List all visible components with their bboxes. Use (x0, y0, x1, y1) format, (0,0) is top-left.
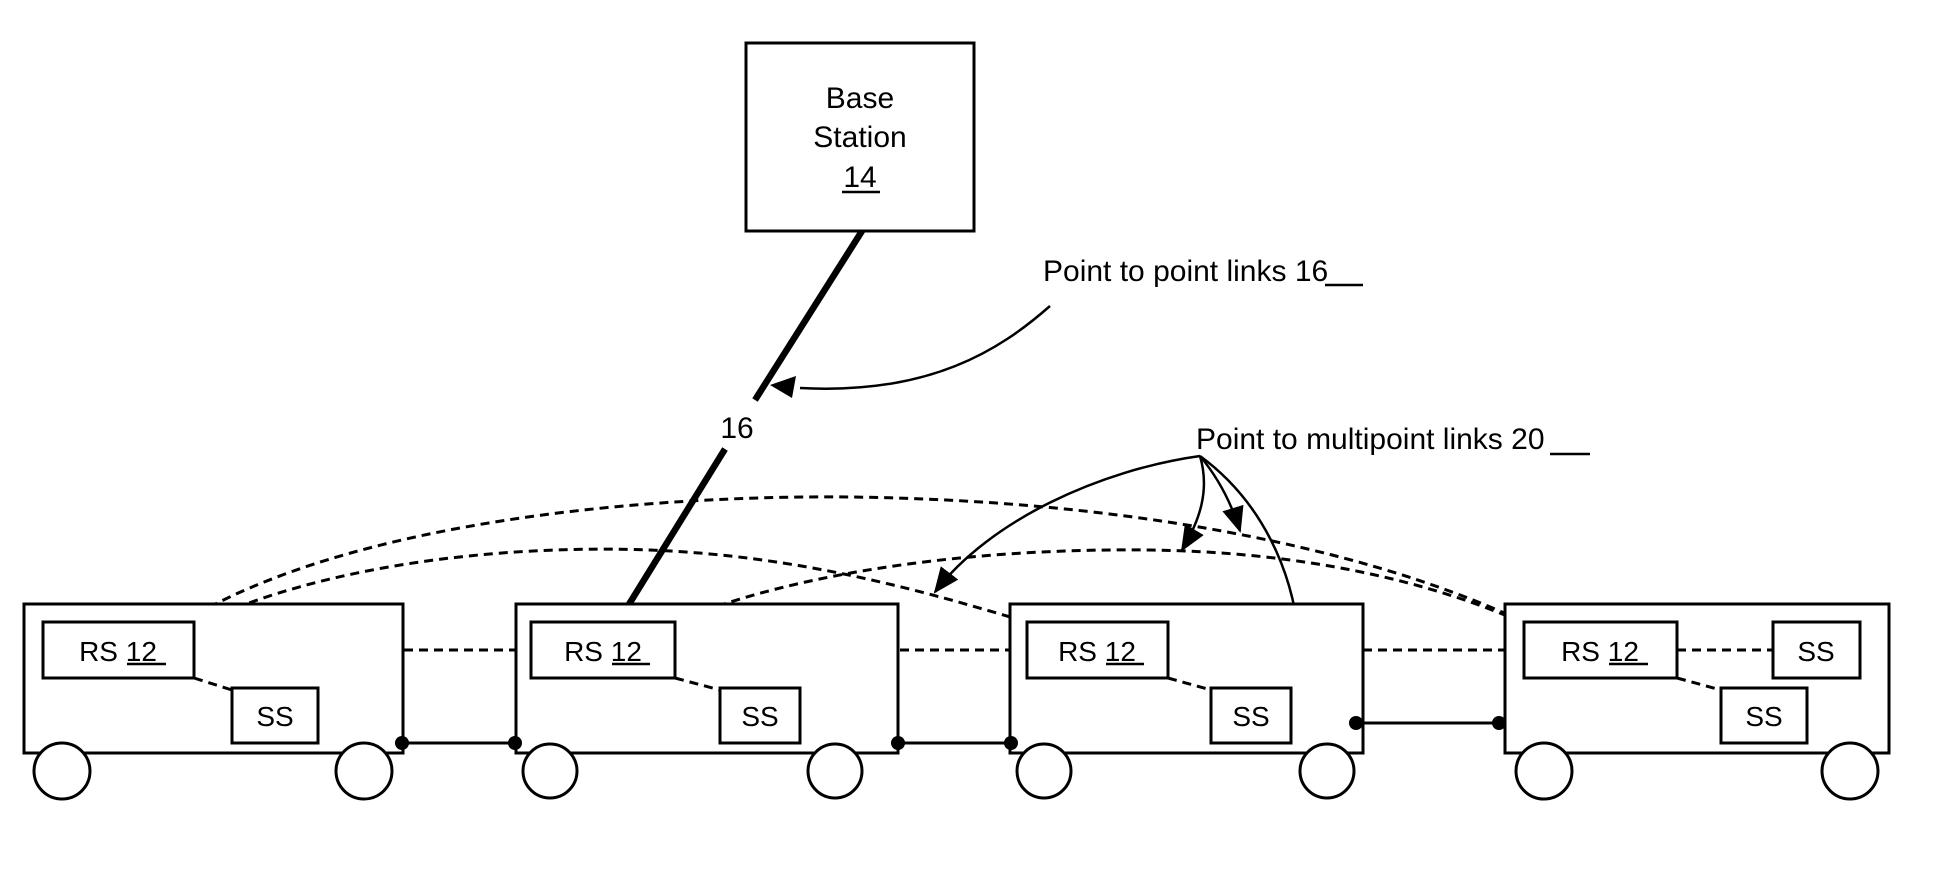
wheel (1514, 741, 1574, 801)
p2p-callout-text: Point to point links (1043, 255, 1295, 288)
rail-car-3: RS 12 SS (1008, 602, 1365, 800)
wheel (32, 741, 92, 801)
ss-label: SS (1232, 701, 1269, 732)
wheel (1298, 742, 1356, 800)
wheel (806, 742, 864, 800)
coupler-joint-icon (508, 736, 522, 750)
base-station-ref: 14 (843, 161, 876, 194)
rail-car-4: RS 12 SS SS (1503, 602, 1891, 801)
p2p-callout: Point to point links 16 (770, 255, 1363, 398)
base-station-label-line1: Base (826, 82, 894, 115)
p2mp-callout-ref: 20 (1511, 423, 1544, 456)
ss-label: SS (1745, 701, 1782, 732)
point-to-point-link: 16 (615, 229, 865, 624)
p2p-callout-arrowhead-icon (770, 376, 796, 398)
rs-label: RS 12 (79, 636, 157, 667)
p2p-callout-curve (799, 305, 1051, 390)
ss-label: SS (741, 701, 778, 732)
coupler-joint-icon (1492, 716, 1506, 730)
coupler-joint-icon (1349, 716, 1363, 730)
p2mp-arrow-to-car4-arc-b (1180, 455, 1206, 552)
p2mp-arrow-to-car4-arc-a (1199, 455, 1244, 533)
p2p-link-upper-segment (752, 229, 865, 402)
wheel (334, 741, 394, 801)
wheel (1820, 741, 1880, 801)
rs-label: RS 12 (1561, 636, 1639, 667)
wheel (1015, 742, 1073, 800)
p2p-link-lower-segment (615, 447, 728, 624)
p2p-callout-label: Point to point links 16 (1043, 255, 1328, 288)
ss-label: SS (1797, 636, 1834, 667)
p2p-callout-ref: 16 (1295, 255, 1328, 288)
base-station: Base Station 14 (744, 41, 976, 233)
rs-label: RS 12 (564, 636, 642, 667)
p2mp-callout-text: Point to multipoint links (1196, 423, 1511, 456)
wheel (521, 742, 579, 800)
p2p-link-number: 16 (720, 412, 753, 445)
p2mp-callout-label: Point to multipoint links 20 (1196, 423, 1545, 456)
p2mp-arrow-to-car3-arc (933, 454, 1201, 594)
coupler-joint-icon (395, 736, 409, 750)
base-station-label-line2: Station (813, 121, 906, 154)
coupler-joint-icon (1004, 736, 1018, 750)
network-diagram: Base Station 14 16 Point to point links … (22, 41, 1891, 801)
rail-car-2: RS 12 SS (514, 602, 900, 800)
rail-car-1: RS 12 SS (22, 602, 405, 801)
rs-label: RS 12 (1058, 636, 1136, 667)
coupler-joint-icon (891, 736, 905, 750)
ss-label: SS (256, 701, 293, 732)
